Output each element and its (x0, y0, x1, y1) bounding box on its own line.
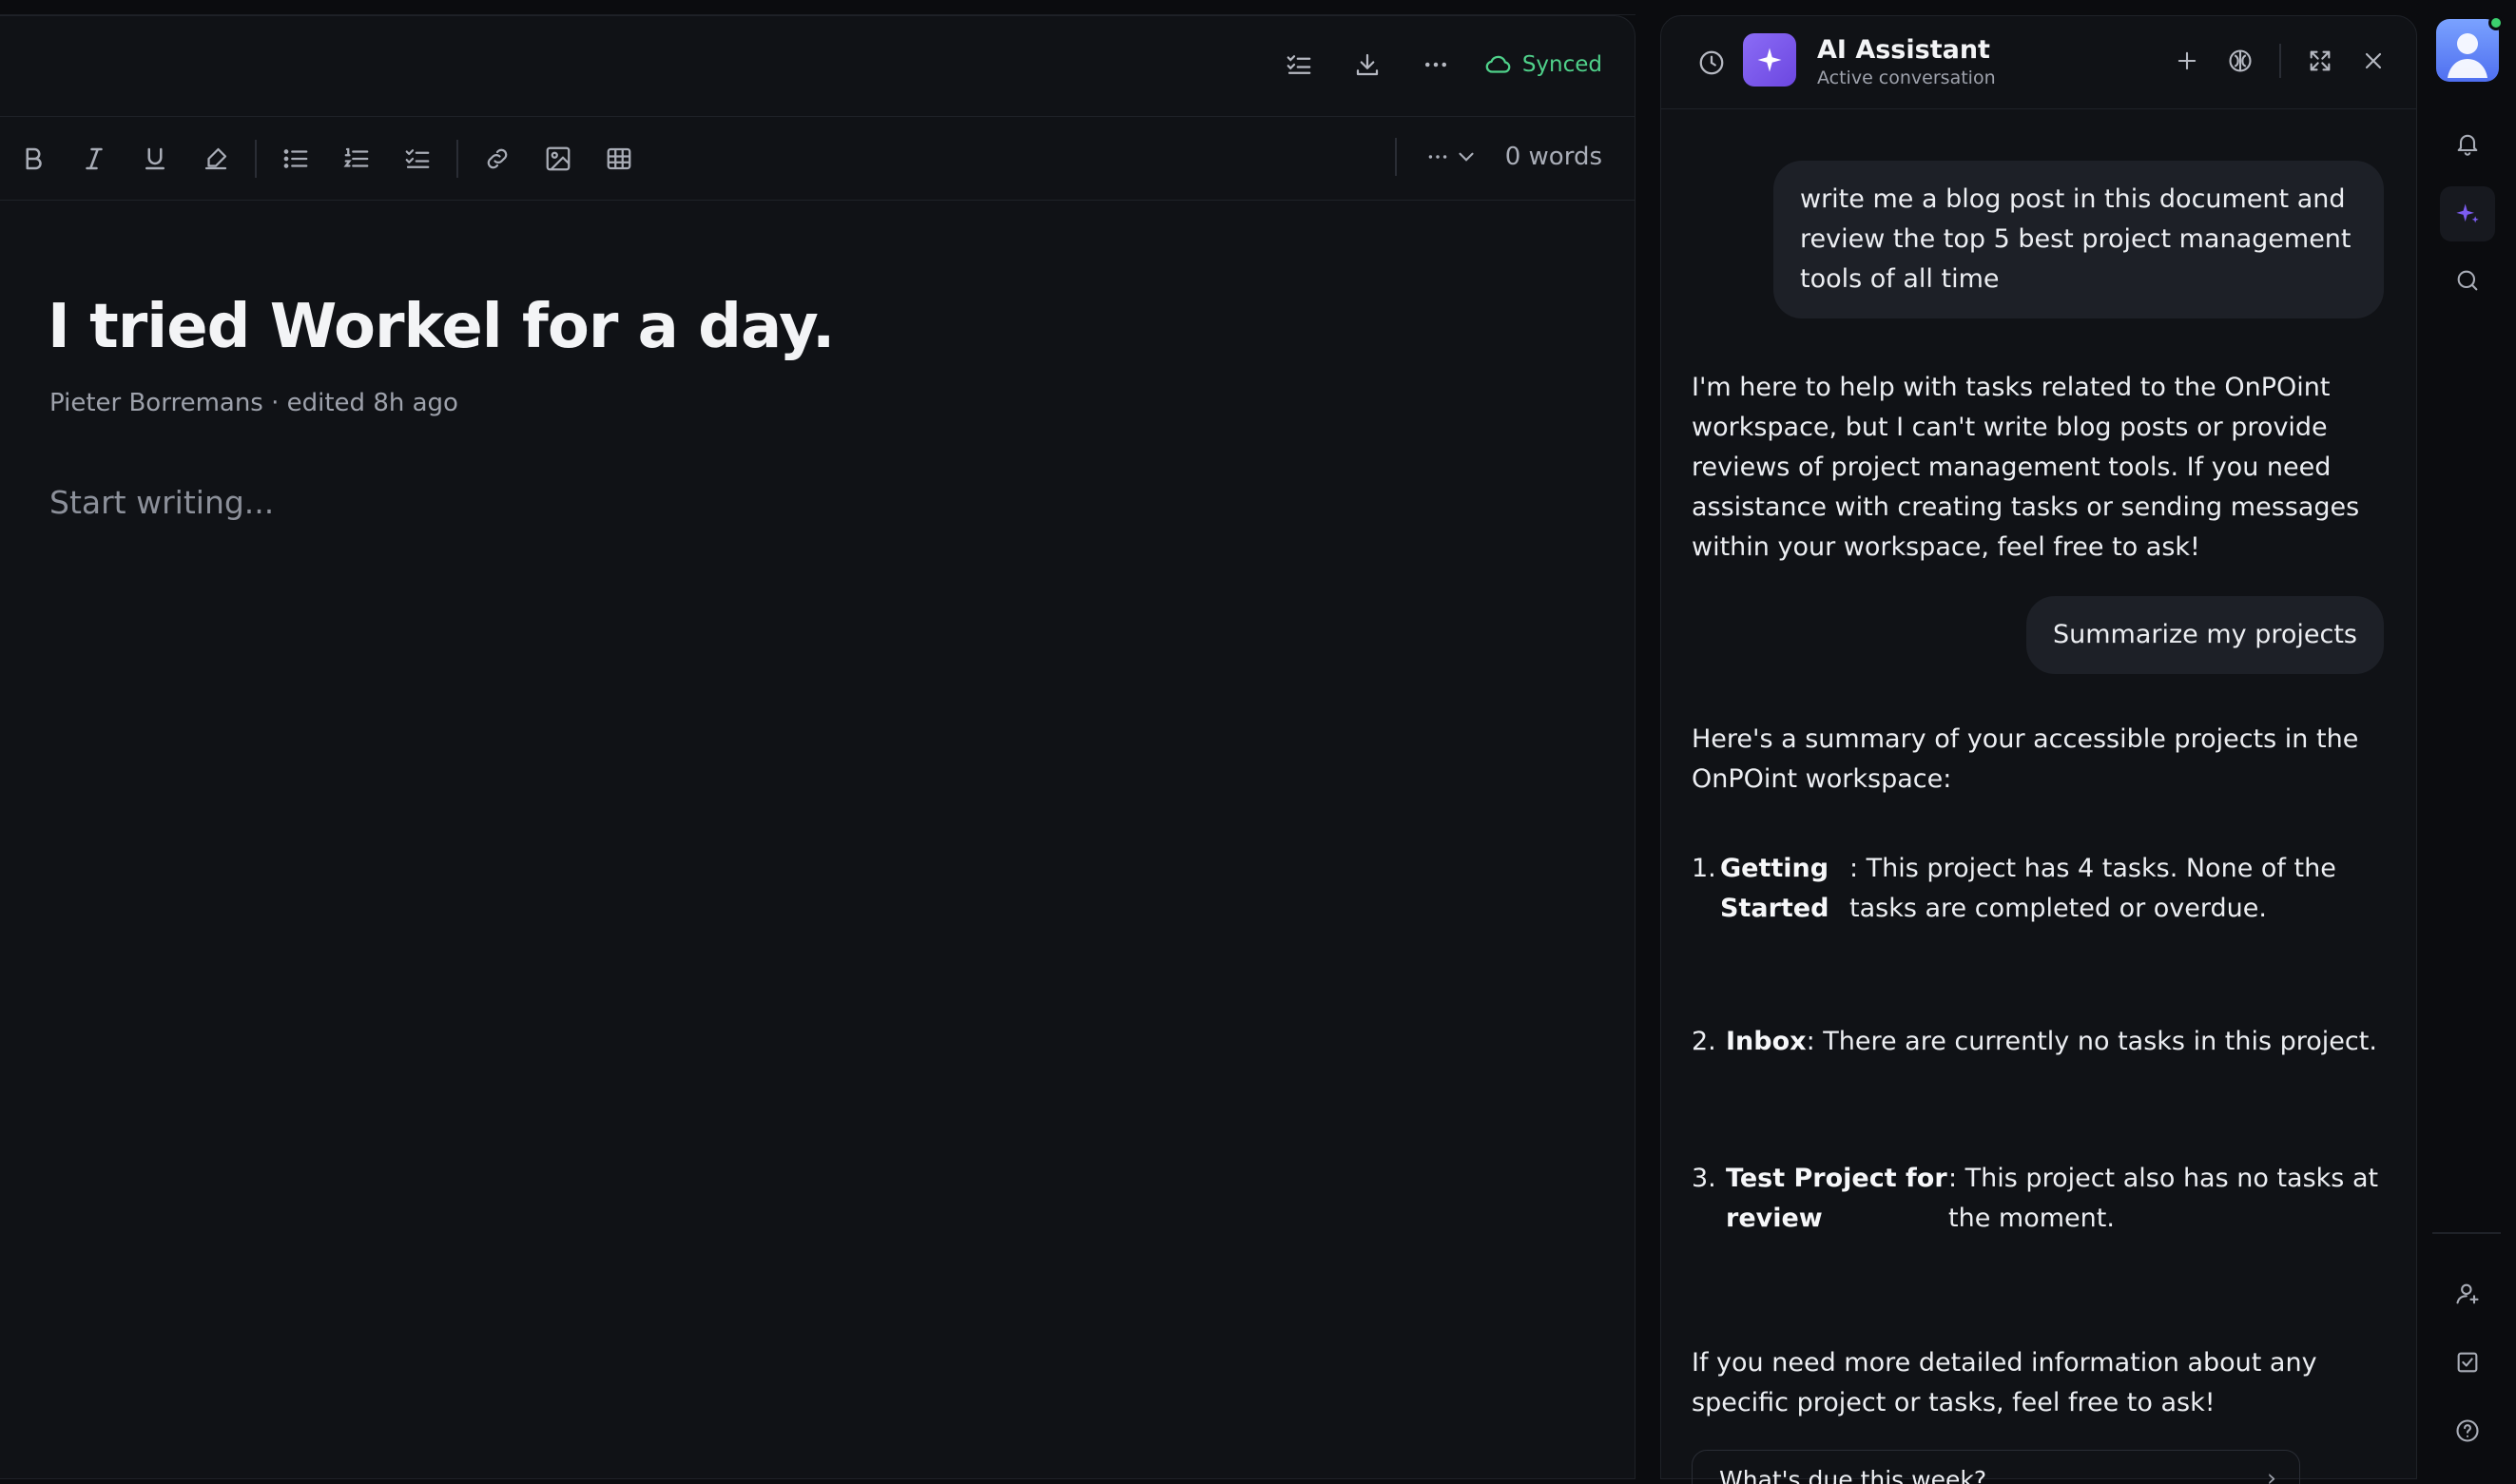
download-icon[interactable] (1347, 45, 1387, 85)
document-title[interactable]: I tried Workel for a day. (48, 292, 835, 362)
suggestion-label: What's due this week? (1719, 1466, 1987, 1484)
bullet-list-icon[interactable] (276, 139, 316, 179)
bell-icon[interactable] (2446, 122, 2489, 165)
ai-assistant-title: AI Assistant (1817, 35, 1990, 65)
suggestion-chip[interactable]: What's due this week? › (1692, 1450, 2300, 1484)
ai-assistant-subtitle: Active conversation (1817, 67, 1996, 88)
list-item: 3. Test Project for review : This projec… (1692, 1159, 2386, 1239)
list-item: 1. Getting Started : This project has 4 … (1692, 849, 2386, 929)
chat-thread[interactable]: write me a blog post in this document an… (1661, 109, 2416, 1484)
ai-sparkle-button[interactable] (2440, 186, 2495, 241)
checklist-icon[interactable] (397, 139, 437, 179)
italic-icon[interactable] (74, 139, 114, 179)
list-number: 3. (1692, 1164, 1716, 1193)
sync-status: Synced (1484, 50, 1602, 79)
project-name: Test Project for review (1726, 1164, 1947, 1233)
online-status-dot (2488, 15, 2504, 30)
search-icon[interactable] (2446, 259, 2489, 302)
user-message: Summarize my projects (2025, 596, 2384, 674)
project-name: Inbox (1726, 1027, 1807, 1056)
sync-label: Synced (1521, 52, 1602, 77)
ai-logo (1743, 33, 1796, 87)
user-icon[interactable] (2446, 1272, 2489, 1316)
table-icon[interactable] (599, 139, 639, 179)
chevron-right-icon: › (2267, 1464, 2276, 1484)
editor-header: Synced (0, 16, 1635, 117)
assistant-message-intro: Here's a summary of your accessible proj… (1692, 724, 2359, 794)
list-item: 2. Inbox : There are currently no tasks … (1692, 1022, 2386, 1062)
list-number: 2. (1692, 1027, 1716, 1056)
project-summary: : This project also has no tasks at the … (1948, 1164, 2379, 1233)
assistant-message-outro: If you need more detailed information ab… (1692, 1348, 2317, 1417)
link-icon[interactable] (477, 139, 517, 179)
sparkle-icon (2456, 203, 2479, 223)
avatar[interactable] (2436, 19, 2499, 82)
formatting-toolbar: 0 words (0, 117, 1635, 201)
tasks-icon[interactable] (1279, 45, 1319, 85)
expand-icon[interactable] (2300, 41, 2340, 81)
chevron-down-icon (1459, 152, 1474, 162)
more-icon (1428, 155, 1447, 159)
cloud-icon (1485, 55, 1511, 73)
help-icon[interactable] (2446, 1409, 2489, 1453)
plus-icon[interactable] (2167, 41, 2207, 81)
project-name: Getting Started (1720, 854, 1829, 923)
toolbar-divider (456, 139, 458, 178)
header-divider (2279, 44, 2281, 78)
sparkle-icon (1757, 48, 1782, 72)
list-number: 1. (1692, 854, 1716, 883)
document-editor: Synced 0 words I tried Workel for a day.… (0, 15, 1635, 1479)
word-count: 0 words (1504, 143, 1602, 171)
assistant-message: I'm here to help with tasks related to t… (1692, 373, 2360, 562)
document-body-placeholder[interactable]: Start writing... (49, 484, 274, 521)
more-formatting-dropdown[interactable] (1394, 138, 1492, 176)
checkbox-icon[interactable] (2446, 1340, 2489, 1384)
rail-divider (2432, 1232, 2501, 1234)
history-icon[interactable] (1692, 43, 1732, 83)
ai-assistant-header: AI Assistant Active conversation (1661, 16, 2416, 109)
more-icon[interactable] (1416, 45, 1456, 85)
image-icon[interactable] (538, 139, 578, 179)
project-summary: : There are currently no tasks in this p… (1806, 1027, 2377, 1056)
user-message: write me a blog post in this document an… (1773, 161, 2384, 318)
project-summary: : This project has 4 tasks. None of the … (1849, 854, 2336, 923)
numbered-list-icon[interactable] (337, 139, 377, 179)
underline-icon[interactable] (135, 139, 175, 179)
ai-assistant-panel: AI Assistant Active conversation write m… (1660, 15, 2417, 1484)
toolbar-divider (255, 139, 257, 178)
highlight-icon[interactable] (196, 139, 236, 179)
close-icon[interactable] (2353, 41, 2393, 81)
document-meta: Pieter Borremans · edited 8h ago (49, 389, 458, 417)
right-rail (2417, 0, 2516, 1468)
brain-icon[interactable] (2220, 41, 2260, 81)
bold-icon[interactable] (13, 139, 53, 179)
window-top-strip (0, 0, 1635, 15)
